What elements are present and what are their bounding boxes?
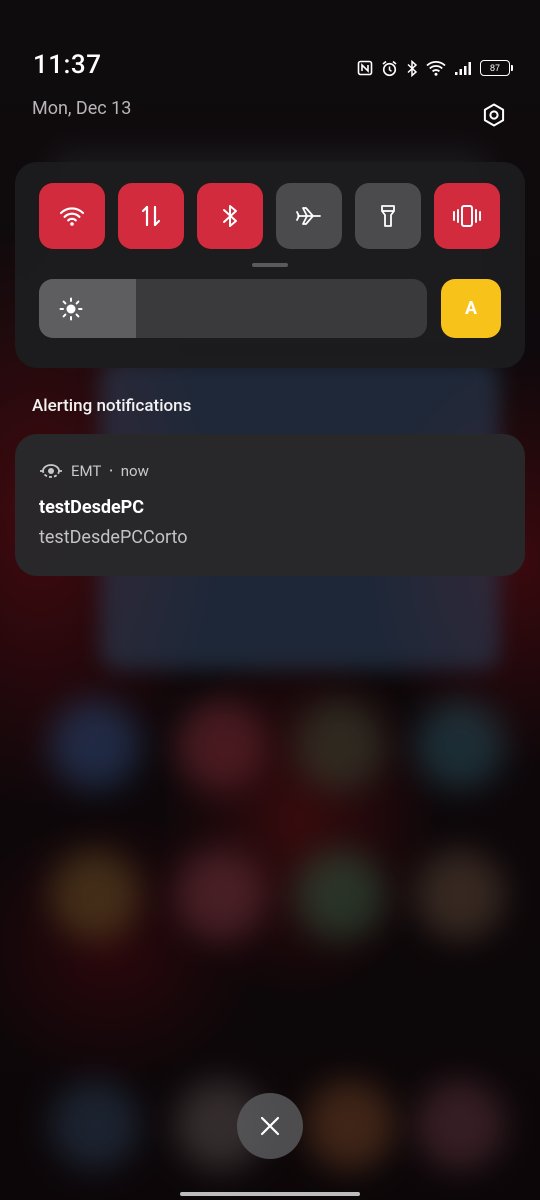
gear-icon (483, 103, 505, 127)
brightness-icon (59, 297, 83, 321)
close-icon (260, 1116, 280, 1136)
date-label: Mon, Dec 13 (32, 98, 132, 119)
brightness-slider-fill (39, 279, 136, 338)
status-icons: 87 (357, 57, 513, 79)
notification-header: EMT • now (39, 461, 149, 481)
gesture-nav-bar[interactable] (180, 1192, 360, 1196)
status-bar: 11:37 87 (0, 0, 540, 100)
airplane-icon (296, 207, 321, 225)
auto-brightness-button[interactable]: A (441, 279, 501, 338)
notification-app-name: EMT (71, 462, 102, 480)
quick-settings-panel: A (15, 162, 525, 368)
mobile-data-tile[interactable] (118, 183, 184, 249)
airplane-mode-tile[interactable] (276, 183, 342, 249)
vibrate-icon (453, 205, 481, 227)
clear-all-button[interactable] (237, 1093, 303, 1159)
notification-text: testDesdePCCorto (39, 527, 188, 548)
flashlight-tile[interactable] (355, 183, 421, 249)
settings-button[interactable] (479, 100, 509, 130)
battery-icon: 87 (480, 60, 513, 76)
bluetooth-icon (223, 205, 237, 227)
separator-dot: • (109, 465, 113, 477)
notification-card[interactable]: EMT • now testDesdePC testDesdePCCorto (15, 434, 525, 576)
app-logo-icon (40, 464, 62, 478)
notification-title: testDesdePC (39, 497, 145, 518)
wifi-icon (59, 207, 85, 226)
brightness-slider[interactable] (39, 279, 427, 338)
bluetooth-tile[interactable] (197, 183, 263, 249)
cellular-signal-icon (455, 61, 471, 75)
nfc-icon (357, 60, 373, 76)
flashlight-icon (381, 205, 395, 227)
expand-handle[interactable] (252, 263, 288, 267)
clock: 11:37 (33, 50, 102, 80)
notification-time: now (120, 462, 149, 480)
wifi-tile[interactable] (39, 183, 105, 249)
alarm-icon (382, 60, 397, 76)
section-header: Alerting notifications (32, 396, 192, 416)
mobile-data-icon (141, 205, 161, 227)
vibrate-tile[interactable] (434, 183, 500, 249)
wifi-icon (426, 61, 446, 76)
bluetooth-icon (407, 59, 418, 77)
